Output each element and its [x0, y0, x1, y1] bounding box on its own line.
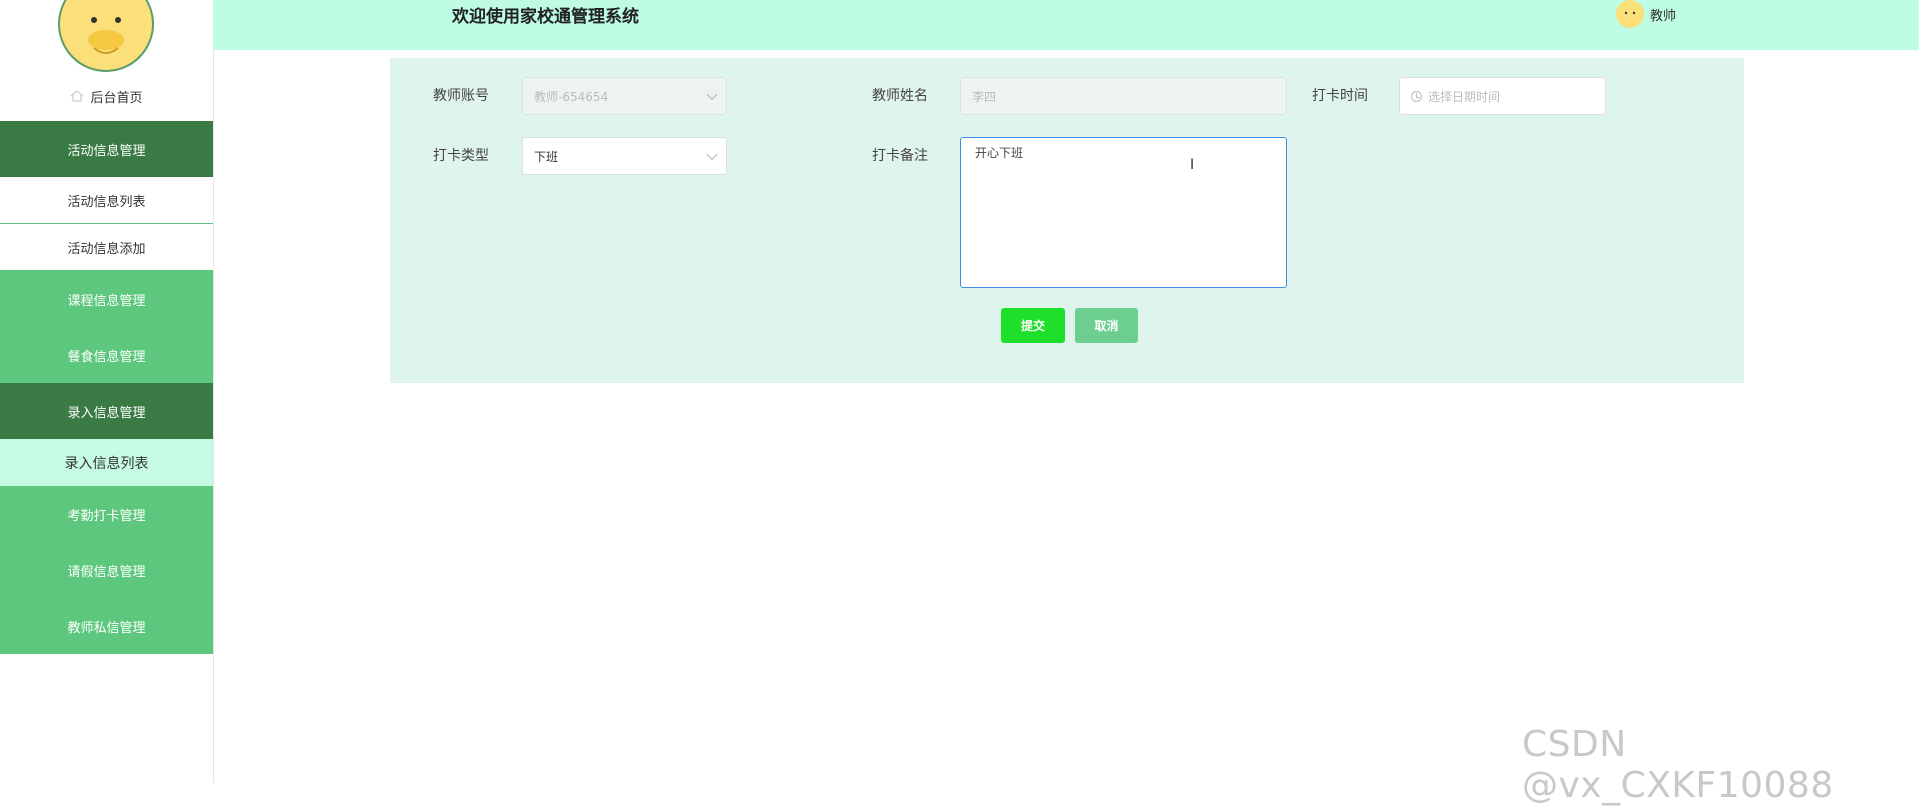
sidebar-item-7[interactable]: 考勤打卡管理 — [0, 486, 213, 542]
sidebar-item-4[interactable]: 餐食信息管理 — [0, 327, 213, 383]
teacher-account-value: 教师-654654 — [534, 89, 609, 104]
home-label: 后台首页 — [90, 90, 143, 106]
sidebar-item-5[interactable]: 录入信息管理 — [0, 383, 213, 439]
submit-button[interactable]: 提交 — [1001, 308, 1065, 343]
form-panel: 教师账号 教师-654654 教师姓名 李四 打卡时间 选择日期时间 打卡类型 … — [390, 58, 1744, 383]
punch-type-value: 下班 — [534, 149, 559, 164]
clock-icon — [1411, 90, 1422, 102]
punch-note-label: 打卡备注 — [872, 148, 928, 164]
punch-type-select[interactable]: 下班 — [522, 137, 727, 175]
cancel-button[interactable]: 取消 — [1075, 308, 1138, 343]
chevron-down-icon — [706, 88, 718, 101]
punch-type-label: 打卡类型 — [433, 148, 489, 164]
home-link[interactable]: 后台首页 — [0, 82, 213, 110]
teacher-name-value: 李四 — [972, 89, 997, 104]
punch-time-picker[interactable]: 选择日期时间 — [1399, 77, 1606, 115]
sidebar-item-6[interactable]: 录入信息列表 — [0, 439, 213, 486]
home-icon — [70, 89, 84, 103]
punch-time-placeholder: 选择日期时间 — [1428, 89, 1501, 104]
user-menu[interactable]: 教帅 — [1616, 0, 1676, 28]
sidebar: 后台首页 活动信息管理 活动信息列表 活动信息添加 课程信息管理 餐食信息管理 录入信息管… — [0, 0, 214, 783]
user-avatar[interactable] — [1616, 0, 1644, 28]
sidebar-item-8[interactable]: 请假信息管理 — [0, 542, 213, 598]
punch-time-label: 打卡时间 — [1312, 88, 1368, 104]
sidebar-item-2[interactable]: 活动信息添加 — [0, 224, 213, 271]
chevron-down-icon — [706, 148, 718, 161]
duck-icon — [1618, 3, 1642, 27]
text-cursor-icon: I — [1190, 157, 1195, 173]
teacher-account-label: 教师账号 — [433, 88, 489, 104]
top-header: 欢迎使用家校通管理系统 教帅 — [213, 0, 1919, 50]
user-name: 教帅 — [1650, 8, 1677, 24]
punch-note-value: 开心下班 — [975, 146, 1024, 160]
sidebar-item-3[interactable]: 课程信息管理 — [0, 271, 213, 327]
sidebar-item-9[interactable]: 教师私信管理 — [0, 598, 213, 654]
teacher-name-label: 教师姓名 — [872, 88, 928, 104]
page-title: 欢迎使用家校通管理系统 — [452, 7, 639, 27]
teacher-account-select[interactable]: 教师-654654 — [522, 77, 727, 115]
sidebar-item-1[interactable]: 活动信息列表 — [0, 177, 213, 224]
logo-avatar — [58, 0, 154, 72]
sidebar-item-0[interactable]: 活动信息管理 — [0, 121, 213, 177]
punch-note-textarea[interactable]: 开心下班 — [960, 137, 1287, 288]
duck-icon — [66, 0, 146, 68]
watermark: CSDN @vx_CXKF10088 — [1522, 724, 1834, 806]
teacher-name-field[interactable]: 李四 — [960, 77, 1287, 115]
sidebar-menu: 活动信息管理 活动信息列表 活动信息添加 课程信息管理 餐食信息管理 录入信息管理 录入信息… — [0, 121, 213, 654]
